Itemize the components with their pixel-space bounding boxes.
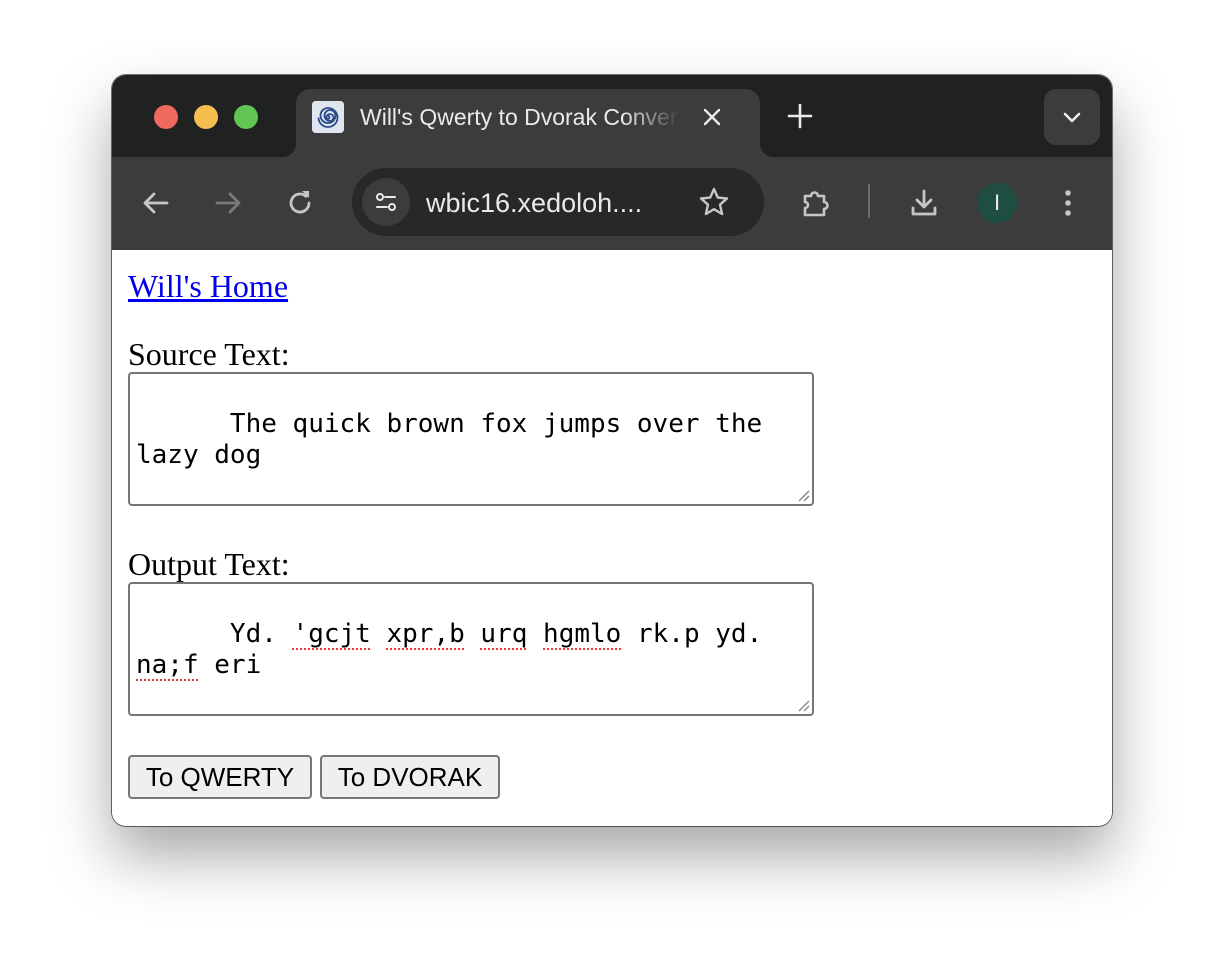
tab-strip: Will's Qwerty to Dvorak Converter — [112, 75, 1112, 157]
minimize-window-button[interactable] — [194, 105, 218, 129]
page-content: Will's Home Source Text: The quick brown… — [112, 250, 1112, 826]
misspelled-word: urq — [480, 619, 528, 649]
new-tab-icon[interactable] — [786, 102, 814, 130]
output-word: rk.p — [636, 619, 700, 649]
misspelled-word: hgmlo — [543, 619, 622, 649]
zoom-window-button[interactable] — [234, 105, 258, 129]
site-info-icon[interactable] — [362, 178, 410, 226]
address-bar[interactable]: wbic16.xedoloh.... — [352, 168, 764, 236]
output-word: yd. — [715, 619, 763, 649]
output-word: Yd. — [229, 619, 277, 649]
profile-avatar[interactable]: I — [977, 183, 1017, 223]
resize-grip-icon[interactable] — [794, 696, 810, 712]
misspelled-word: 'gcjt — [292, 619, 371, 649]
close-window-button[interactable] — [154, 105, 178, 129]
to-qwerty-button[interactable]: To QWERTY — [128, 755, 312, 799]
to-dvorak-button[interactable]: To DVORAK — [320, 755, 500, 799]
download-icon[interactable] — [908, 187, 940, 219]
browser-toolbar: wbic16.xedoloh.... I — [112, 157, 1112, 250]
browser-tab[interactable]: Will's Qwerty to Dvorak Converter — [282, 89, 774, 157]
misspelled-word: xpr,b — [386, 619, 465, 649]
forward-arrow-icon[interactable] — [212, 187, 244, 219]
more-menu-icon[interactable] — [1052, 187, 1084, 219]
output-word: eri — [214, 650, 262, 680]
url-text: wbic16.xedoloh.... — [426, 188, 643, 218]
tab-search-button[interactable] — [1044, 89, 1100, 145]
output-text-area[interactable]: Yd. 'gcjt xpr,b urq hgmlo rk.p yd. na;f … — [128, 582, 814, 716]
extensions-puzzle-icon[interactable] — [800, 187, 832, 219]
misspelled-word: na;f — [136, 650, 199, 680]
tab-close-icon[interactable] — [700, 105, 724, 129]
home-link[interactable]: Will's Home — [128, 268, 288, 304]
swirl-icon — [312, 101, 344, 133]
source-text-area[interactable]: The quick brown fox jumps over the lazy … — [128, 372, 814, 506]
chevron-down-icon — [1063, 112, 1081, 123]
browser-window: Will's Qwerty to Dvorak Converter wbic16… — [112, 75, 1112, 826]
tab-title: Will's Qwerty to Dvorak Converter — [360, 104, 680, 130]
reload-icon[interactable] — [284, 187, 316, 219]
source-text-label: Source Text: — [128, 336, 290, 372]
toolbar-divider — [868, 184, 870, 218]
resize-grip-icon[interactable] — [794, 486, 810, 502]
star-bookmark-icon[interactable] — [698, 186, 730, 218]
back-arrow-icon[interactable] — [140, 187, 172, 219]
source-text-value: The quick brown fox jumps over the lazy … — [136, 409, 778, 470]
output-text-label: Output Text: — [128, 546, 290, 582]
output-text-value: Yd. 'gcjt xpr,b urq hgmlo rk.p yd. na;f … — [136, 619, 778, 680]
